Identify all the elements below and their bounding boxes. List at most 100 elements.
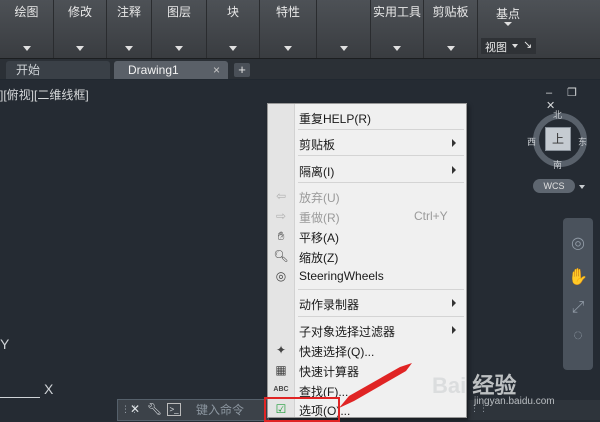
ucs-x-axis-label: X [44, 381, 54, 397]
command-input[interactable] [196, 402, 266, 418]
redo-icon: ⇨ [275, 209, 287, 223]
menu-item-label: 快速选择(Q)... [299, 345, 375, 359]
menu-item-label: 缩放(Z) [299, 251, 339, 265]
ribbon-panel-groups[interactable] [317, 0, 371, 58]
chevron-down-icon [512, 44, 518, 48]
menu-item-label: 放弃(U) [299, 191, 340, 205]
pan-hand-icon[interactable]: ✋ [568, 268, 588, 288]
menu-item-isolate[interactable]: 隔离(I) [268, 160, 466, 180]
ribbon-panel-layers[interactable]: 图层 [152, 0, 207, 58]
dialog-launcher-icon[interactable]: ↘ [523, 38, 532, 51]
menu-item-label: 重做(R) [299, 211, 340, 225]
chevron-right-icon [452, 166, 456, 174]
view-panel-label: 视图 [485, 42, 507, 54]
document-tab-bar: 开始 Drawing1 × + [0, 59, 600, 79]
tab-label: 开始 [16, 63, 41, 77]
compass-north[interactable]: 北 [553, 108, 562, 121]
menu-item-label: 快速计算器 [299, 365, 360, 379]
ucs-y-axis-label: Y [0, 336, 10, 352]
menu-item-label: SteeringWheels [299, 269, 384, 283]
menu-item-label: 子对象选择过滤器 [299, 325, 396, 339]
ribbon-panel-utilities[interactable]: 实用工具 [371, 0, 424, 58]
ribbon-panel-modify[interactable]: 修改 [54, 0, 107, 58]
chevron-right-icon [452, 139, 456, 147]
tab-start[interactable]: 开始 [6, 61, 110, 79]
command-prompt-icon[interactable]: >_ [167, 403, 181, 416]
viewcube-top-face[interactable]: 上 [545, 127, 571, 151]
menu-separator [298, 316, 464, 317]
chevron-down-icon [446, 46, 455, 51]
menu-item-repeat-help[interactable]: 重复HELP(R) [268, 107, 466, 127]
ribbon: 绘图 修改 注释 图层 块 特性 实用工具 剪贴板 基点 视图 ↘ [0, 0, 600, 59]
tab-drawing1[interactable]: Drawing1 × [114, 61, 228, 79]
wcs-menu-button[interactable]: WCS [533, 179, 575, 193]
chevron-down-icon [339, 46, 348, 51]
chevron-down-icon [76, 46, 84, 51]
ribbon-panel-label: 图层 [166, 5, 191, 19]
menu-item-shortcut: Ctrl+Y [414, 209, 448, 223]
menu-item-steeringwheels[interactable]: ◎ SteeringWheels [268, 266, 466, 286]
ribbon-panel-label: 修改 [67, 5, 92, 19]
viewport-controls-label[interactable]: ][俯视][二维线框] [0, 86, 89, 103]
menu-item-label: 重复HELP(R) [299, 112, 372, 126]
compass-west[interactable]: 西 [527, 135, 536, 148]
chevron-right-icon [452, 299, 456, 307]
menu-item-quick-select[interactable]: ✦ 快速选择(Q)... [268, 340, 466, 360]
new-tab-button[interactable]: + [234, 63, 250, 77]
close-icon[interactable]: × [213, 61, 220, 79]
chevron-down-icon [175, 46, 183, 51]
view-panel-title[interactable]: 视图 ↘ [481, 38, 536, 54]
chevron-down-icon [125, 46, 133, 51]
menu-item-clipboard[interactable]: 剪贴板 [268, 133, 466, 153]
wrench-icon[interactable]: 🔧︎ [147, 402, 162, 416]
menu-item-subobject-filter[interactable]: 子对象选择过滤器 [268, 320, 466, 340]
command-line: ⋮⋮ ✕ 🔧︎ >_ [117, 399, 269, 421]
watermark-url: jingyan.baidu.com [474, 396, 555, 407]
menu-item-undo[interactable]: ⇦ 放弃(U) [268, 186, 466, 206]
undo-icon: ⇦ [275, 189, 287, 203]
ribbon-panel-label: 基点 [495, 7, 520, 21]
chevron-down-icon [504, 22, 512, 26]
chevron-down-icon [284, 46, 292, 51]
menu-separator [298, 129, 464, 130]
chevron-right-icon [452, 326, 456, 334]
highlight-box [264, 397, 340, 422]
menu-item-label: 隔离(I) [299, 165, 335, 179]
tab-label: Drawing1 [128, 63, 179, 77]
chevron-down-icon [579, 185, 585, 189]
menu-item-pan[interactable]: ✋︎ 平移(A) [268, 226, 466, 246]
ribbon-panel-label: 特性 [275, 5, 300, 19]
ribbon-panel-properties[interactable]: 特性 [260, 0, 317, 58]
menu-separator [298, 155, 464, 156]
ribbon-panel-label: 块 [226, 5, 239, 19]
menu-separator [298, 289, 464, 290]
compass-east[interactable]: 东 [578, 135, 587, 148]
menu-item-label: 剪贴板 [299, 138, 336, 152]
menu-item-label: 动作录制器 [299, 298, 360, 312]
menu-item-label: 平移(A) [299, 231, 339, 245]
pan-icon: ✋︎ [277, 229, 285, 243]
zoom-extents-icon[interactable]: ⤢ [568, 298, 588, 318]
quick-select-icon: ✦ [275, 343, 287, 357]
menu-separator [298, 182, 464, 183]
close-icon[interactable]: ✕ [130, 402, 140, 416]
steeringwheel-icon: ◎ [275, 269, 287, 283]
menu-item-redo[interactable]: ⇨ 重做(R) Ctrl+Y [268, 206, 466, 226]
navigation-bar: ◎ ✋ ⤢ ◌ [563, 218, 593, 370]
ribbon-panel-clipboard[interactable]: 剪贴板 [424, 0, 478, 58]
zoom-magnifier-icon: 🔍︎ [273, 249, 289, 263]
ucs-x-axis-line [0, 397, 40, 398]
ribbon-panel-draw[interactable]: 绘图 [0, 0, 54, 58]
ribbon-panel-annotate[interactable]: 注释 [107, 0, 152, 58]
ribbon-panel-label: 剪贴板 [432, 5, 469, 19]
ribbon-panel-block[interactable]: 块 [207, 0, 260, 58]
menu-item-action-recorder[interactable]: 动作录制器 [268, 293, 466, 313]
compass-south[interactable]: 南 [553, 158, 562, 171]
chevron-down-icon [22, 46, 31, 51]
ribbon-panel-label: 注释 [116, 5, 141, 19]
orbit-icon[interactable]: ◌ [568, 326, 588, 346]
steeringwheel-icon[interactable]: ◎ [568, 234, 588, 254]
chevron-down-icon [229, 46, 237, 51]
calculator-icon: ▦ [275, 363, 287, 377]
menu-item-zoom[interactable]: 🔍︎ 缩放(Z) [268, 246, 466, 266]
